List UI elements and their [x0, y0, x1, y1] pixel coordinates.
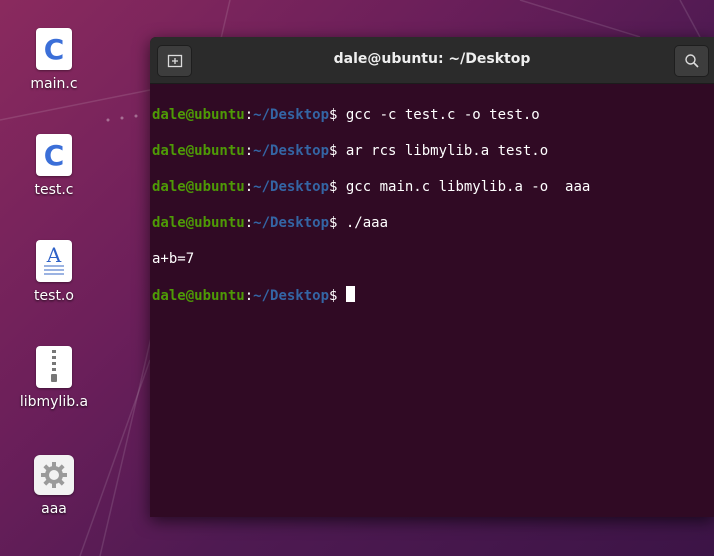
text-cursor — [345, 286, 355, 302]
archive-zip-icon — [36, 346, 72, 388]
terminal-window[interactable]: dale@ubuntu: ~/Desktop dale@ubuntu:~/Des… — [150, 37, 714, 517]
terminal-line: dale@ubuntu:~/Desktop$ ./aaa — [152, 215, 389, 231]
terminal-prompt-line[interactable]: dale@ubuntu:~/Desktop$ — [152, 286, 714, 305]
desktop-icon-label: aaa — [41, 501, 67, 517]
search-button[interactable] — [674, 45, 709, 77]
terminal-line: dale@ubuntu:~/Desktop$ ar rcs libmylib.a… — [152, 143, 549, 159]
desktop-icon-aaa[interactable]: aaa — [9, 455, 99, 517]
terminal-output-line: a+b=7 — [152, 251, 195, 267]
terminal-line: dale@ubuntu:~/Desktop$ gcc -c test.c -o … — [152, 107, 540, 123]
desktop-icon-label: main.c — [30, 76, 78, 92]
terminal-output[interactable]: dale@ubuntu:~/Desktop$ gcc -c test.c -o … — [150, 84, 714, 341]
search-icon — [684, 54, 699, 68]
c-source-file-icon: C — [36, 134, 72, 176]
c-source-file-icon: C — [36, 28, 72, 70]
terminal-line: dale@ubuntu:~/Desktop$ gcc main.c libmyl… — [152, 179, 591, 195]
executable-gear-icon — [34, 455, 74, 495]
desktop-icon-label: test.o — [34, 288, 74, 304]
desktop-icon-main-c[interactable]: C main.c — [9, 28, 99, 92]
terminal-titlebar[interactable]: dale@ubuntu: ~/Desktop — [150, 37, 714, 84]
desktop-icon-label: libmylib.a — [19, 394, 89, 410]
desktop-icon-label: test.c — [34, 182, 74, 198]
desktop-icon-test-c[interactable]: C test.c — [9, 134, 99, 198]
document-text-icon: A — [36, 240, 72, 282]
window-title: dale@ubuntu: ~/Desktop — [333, 51, 531, 67]
desktop-icon-libmylib-a[interactable]: libmylib.a — [9, 346, 99, 410]
desktop-icon-test-o[interactable]: A test.o — [9, 240, 99, 304]
